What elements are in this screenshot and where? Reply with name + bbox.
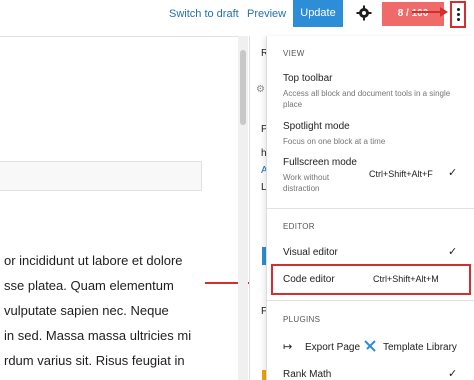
fullscreen-mode-description: Work without distraction [283, 173, 330, 193]
update-button[interactable]: Update [293, 0, 343, 27]
options-dropdown: VIEW Top toolbar Access all block and do… [266, 36, 474, 380]
paragraph-line[interactable]: in sed. Massa massa ultricies mi [4, 328, 191, 343]
spotlight-mode-item[interactable]: Spotlight mode [283, 121, 350, 132]
kebab-dot [457, 18, 460, 21]
code-editor-item[interactable]: Code editor [283, 274, 335, 285]
kebab-menu-icon [457, 8, 460, 11]
check-icon: ✓ [448, 368, 458, 380]
plugins-section-label: PLUGINS [283, 315, 321, 324]
preview-button[interactable]: Preview [247, 8, 286, 20]
editor-section-label: EDITOR [283, 222, 315, 231]
scrollbar-thumb[interactable] [240, 50, 246, 125]
annotation-arrow-head [440, 7, 448, 17]
app-root: Switch to draft Preview Update 8 / 100 o… [0, 0, 474, 380]
export-page-item[interactable]: Export Page [305, 342, 360, 353]
editor-header: Switch to draft Preview Update 8 / 100 [0, 0, 474, 32]
kebab-dot [457, 13, 460, 16]
visual-editor-item[interactable]: Visual editor [283, 247, 338, 258]
rank-math-item[interactable]: Rank Math [283, 369, 331, 380]
template-library-item[interactable]: Template Library [383, 342, 457, 353]
spotlight-mode-description: Focus on one block at a time [283, 137, 386, 146]
block-placeholder[interactable] [0, 161, 202, 191]
check-icon: ✓ [448, 167, 458, 179]
rank-math-score: 8 / 100 [397, 8, 429, 19]
paragraph-line[interactable]: sse platea. Quam elementum [4, 278, 174, 293]
switch-to-draft-button[interactable]: Switch to draft [169, 8, 239, 20]
top-toolbar-item[interactable]: Top toolbar [283, 73, 332, 84]
menu-separator [267, 208, 474, 209]
menu-separator [267, 300, 474, 301]
rank-math-score-button[interactable]: 8 / 100 [382, 2, 444, 26]
settings-small-icon: ⚙ [256, 84, 265, 95]
fullscreen-shortcut: Ctrl+Shift+Alt+F [369, 169, 433, 179]
check-icon: ✓ [448, 246, 458, 258]
template-library-icon [364, 340, 376, 352]
fullscreen-mode-item[interactable]: Fullscreen mode [283, 157, 357, 168]
paragraph-line[interactable]: rdum varius sit. Risus feugiat in [4, 353, 185, 368]
top-toolbar-description: Access all block and document tools in a… [283, 89, 451, 109]
code-editor-shortcut: Ctrl+Shift+Alt+M [373, 274, 439, 284]
view-section-label: VIEW [283, 49, 305, 58]
header-divider [0, 36, 238, 37]
options-menu-button[interactable] [450, 1, 466, 28]
annotation-arrow [412, 11, 442, 13]
paragraph-line[interactable]: vulputate sapien nec. Neque [4, 303, 169, 318]
export-icon: ↦ [283, 341, 293, 353]
gear-icon[interactable] [356, 5, 372, 21]
paragraph-line[interactable]: or incididunt ut labore et dolore [4, 253, 183, 268]
